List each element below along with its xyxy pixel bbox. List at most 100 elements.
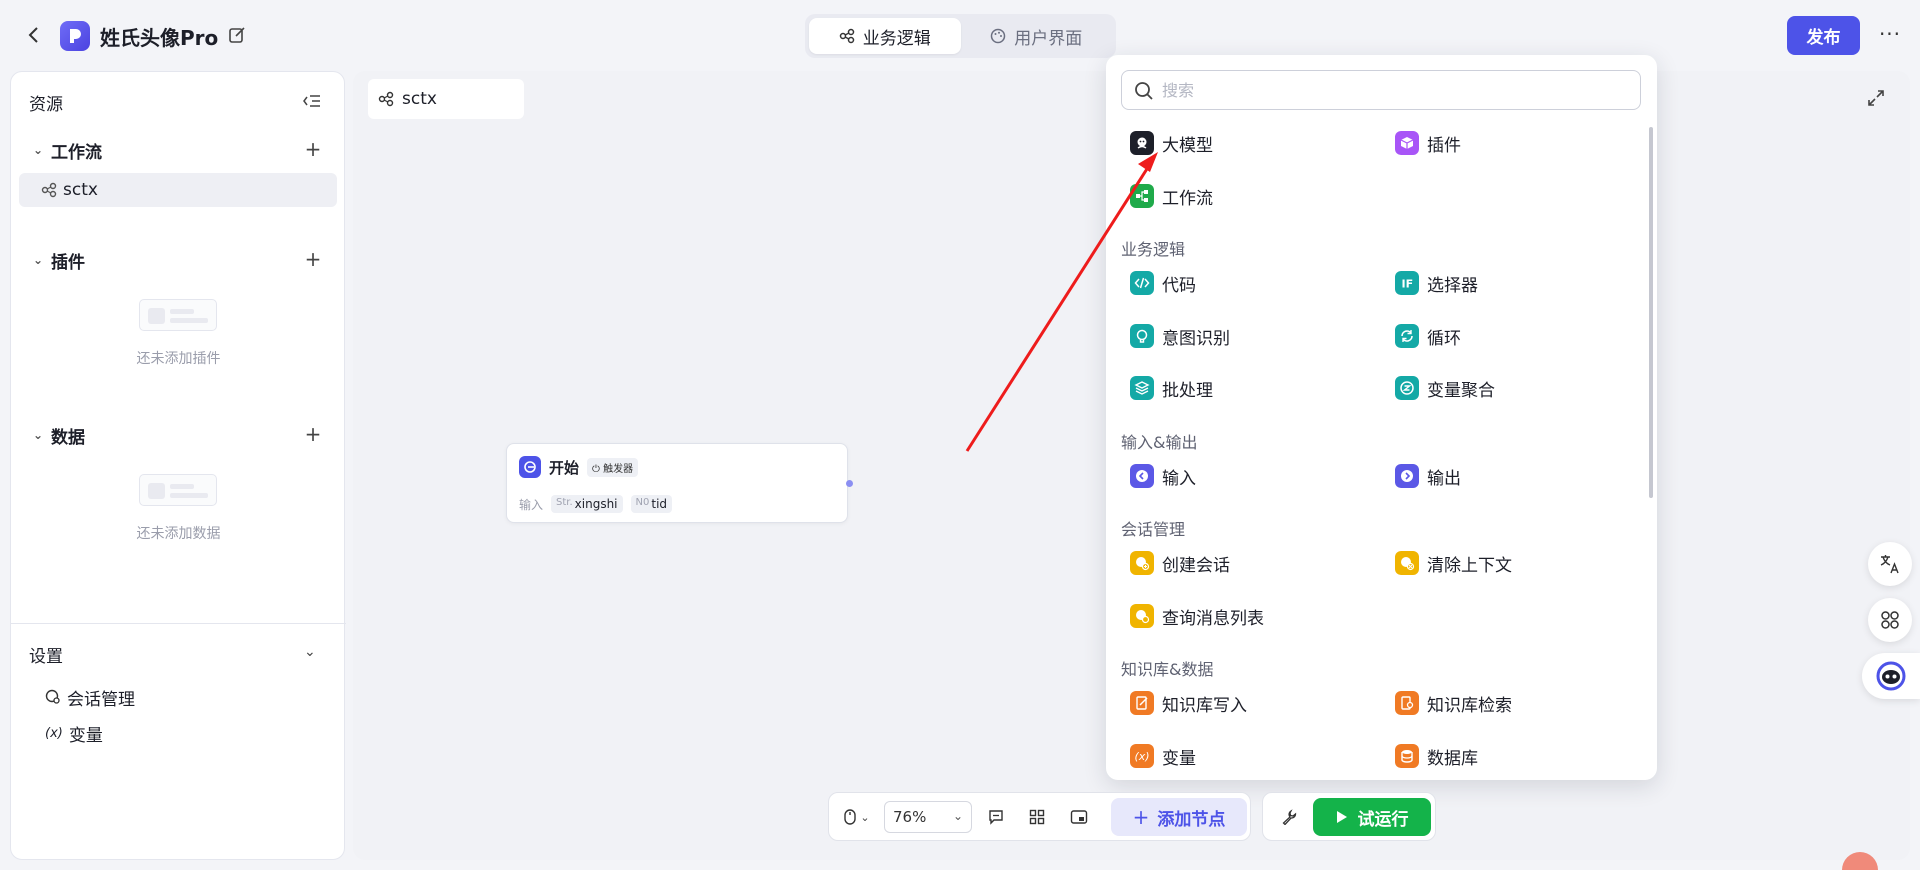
start-node[interactable]: 开始 ⏻ 触发器 输入 Str. xingshi N0 tid xyxy=(506,443,848,523)
add-node-popup: 大模型 插件 工作流 业务逻辑 代码 IF 选择器 意图识别 循环 批处理 变量… xyxy=(1106,55,1657,780)
chevron-down-icon[interactable]: ⌄ xyxy=(304,644,316,660)
start-node-title: 开始 xyxy=(549,458,580,477)
publish-button[interactable]: 发布 xyxy=(1787,16,1860,55)
node-item-loop[interactable]: 循环 xyxy=(1395,321,1461,351)
layers-icon xyxy=(1130,376,1154,400)
node-item-database[interactable]: 数据库 xyxy=(1395,741,1478,771)
comment-icon xyxy=(989,810,1003,825)
node-item-label: 大模型 xyxy=(1162,135,1213,156)
settings-tool-button[interactable] xyxy=(1277,805,1301,829)
node-item-label: 知识库写入 xyxy=(1162,695,1247,716)
start-node-output-port[interactable] xyxy=(846,480,853,487)
section-workflow[interactable]: ⌄ 工作流 xyxy=(33,138,102,163)
node-item-workflow[interactable]: 工作流 xyxy=(1130,181,1213,211)
sidebar-item-sctx[interactable]: sctx xyxy=(19,173,337,207)
chevron-left-icon xyxy=(28,27,38,43)
node-item-query-messages[interactable]: 查询消息列表 xyxy=(1130,601,1264,631)
section-workflow-label: 工作流 xyxy=(51,142,102,163)
node-item-create-session[interactable]: 创建会话 xyxy=(1130,548,1230,578)
node-item-label: 输入 xyxy=(1162,468,1196,489)
node-item-input[interactable]: 输入 xyxy=(1130,461,1196,491)
code-icon xyxy=(1130,271,1154,295)
workflow-tab-label: sctx xyxy=(402,89,437,109)
node-item-selector[interactable]: IF 选择器 xyxy=(1395,268,1478,298)
edit-icon[interactable] xyxy=(228,26,246,44)
sidebar-item-label: sctx xyxy=(63,180,98,200)
apps-button[interactable] xyxy=(1868,598,1912,642)
output-icon xyxy=(1395,464,1419,488)
run-toolbar: 试运行 xyxy=(1262,792,1436,841)
add-workflow-button[interactable]: + xyxy=(303,139,323,159)
chat-search-icon xyxy=(1130,604,1154,628)
play-icon xyxy=(1336,811,1347,823)
translate-button[interactable] xyxy=(1868,542,1912,586)
comment-button[interactable] xyxy=(983,805,1009,829)
lightbulb-icon xyxy=(1130,324,1154,348)
empty-placeholder-icon xyxy=(139,299,217,331)
workflow-icon xyxy=(378,91,394,107)
chevron-down-icon: ⌄ xyxy=(952,809,963,823)
settings-item-label: 变量 xyxy=(68,725,103,746)
settings-item-variables[interactable]: (x) 变量 xyxy=(45,721,103,746)
node-item-intent-recognition[interactable]: 意图识别 xyxy=(1130,321,1230,351)
database-icon xyxy=(1395,744,1419,768)
test-run-button[interactable]: 试运行 xyxy=(1313,798,1431,836)
zoom-select[interactable]: 76% ⌄ xyxy=(884,801,972,833)
tab-user-interface[interactable]: 用户界面 xyxy=(961,18,1113,54)
minimap-button[interactable] xyxy=(1066,805,1092,829)
mode-tabs: 业务逻辑 用户界面 xyxy=(805,14,1116,58)
node-item-clear-context[interactable]: 清除上下文 xyxy=(1395,548,1512,578)
divider xyxy=(11,623,346,624)
settings-item-session-management[interactable]: 会话管理 xyxy=(45,685,135,710)
node-item-label: 工作流 xyxy=(1162,188,1213,209)
test-run-label: 试运行 xyxy=(1357,809,1409,830)
popup-scrollbar[interactable] xyxy=(1649,127,1653,498)
node-item-llm[interactable]: 大模型 xyxy=(1130,128,1213,158)
node-item-variable[interactable]: (x) 变量 xyxy=(1130,741,1196,771)
assistant-bot-button[interactable] xyxy=(1862,653,1920,699)
section-plugins[interactable]: ⌄ 插件 xyxy=(33,248,85,273)
node-item-batch[interactable]: 批处理 xyxy=(1130,373,1213,403)
workflow-tab-sctx[interactable]: sctx xyxy=(368,79,524,119)
interaction-mode-button[interactable]: ⌄ xyxy=(839,805,875,829)
node-item-code[interactable]: 代码 xyxy=(1130,268,1196,298)
node-item-label: 循环 xyxy=(1427,328,1461,349)
back-button[interactable] xyxy=(24,24,44,46)
add-node-button[interactable]: + 添加节点 xyxy=(1111,798,1247,836)
variable-icon: (x) xyxy=(45,725,63,741)
zoom-value: 76% xyxy=(893,808,927,826)
settings-title: 设置 xyxy=(29,647,63,667)
search-icon xyxy=(1135,82,1153,100)
knowledge-write-icon xyxy=(1130,691,1154,715)
node-item-label: 意图识别 xyxy=(1162,328,1230,349)
node-item-knowledge-write[interactable]: 知识库写入 xyxy=(1130,688,1247,718)
loop-icon xyxy=(1395,324,1419,348)
empty-placeholder-icon xyxy=(139,474,217,506)
node-item-label: 数据库 xyxy=(1427,748,1478,769)
node-item-variable-aggregate[interactable]: 变量聚合 xyxy=(1395,373,1495,403)
node-item-label: 输出 xyxy=(1427,468,1461,489)
chevron-down-icon: ⌄ xyxy=(860,810,870,824)
workflow-icon xyxy=(839,28,854,44)
start-node-icon xyxy=(519,456,541,478)
section-data[interactable]: ⌄ 数据 xyxy=(33,423,85,448)
workflow-icon xyxy=(1130,184,1154,208)
add-plugin-button[interactable]: + xyxy=(303,249,323,269)
search-input[interactable] xyxy=(1162,75,1632,105)
auto-layout-button[interactable] xyxy=(1024,805,1050,829)
add-node-label: 添加节点 xyxy=(1157,809,1226,830)
node-item-plugin[interactable]: 插件 xyxy=(1395,128,1461,158)
more-options-button[interactable]: ··· xyxy=(1876,20,1904,48)
add-data-button[interactable]: + xyxy=(303,424,323,444)
node-item-output[interactable]: 输出 xyxy=(1395,461,1461,491)
node-item-knowledge-search[interactable]: 知识库检索 xyxy=(1395,688,1512,718)
plugins-empty-text: 还未添加插件 xyxy=(136,351,221,367)
fullscreen-icon[interactable] xyxy=(1867,89,1885,107)
apps-grid-icon xyxy=(1881,611,1899,629)
caret-down-icon: ⌄ xyxy=(33,143,44,157)
grid-icon xyxy=(1029,809,1045,825)
section-plugins-label: 插件 xyxy=(51,252,85,273)
tab-business-logic[interactable]: 业务逻辑 xyxy=(809,18,961,54)
resources-sidebar: 资源 ⌄ 工作流 + sctx ⌄ 插件 + 还未添加插件 ⌄ 数据 + 还未添… xyxy=(10,71,346,860)
collapse-sidebar-icon[interactable] xyxy=(303,92,321,110)
